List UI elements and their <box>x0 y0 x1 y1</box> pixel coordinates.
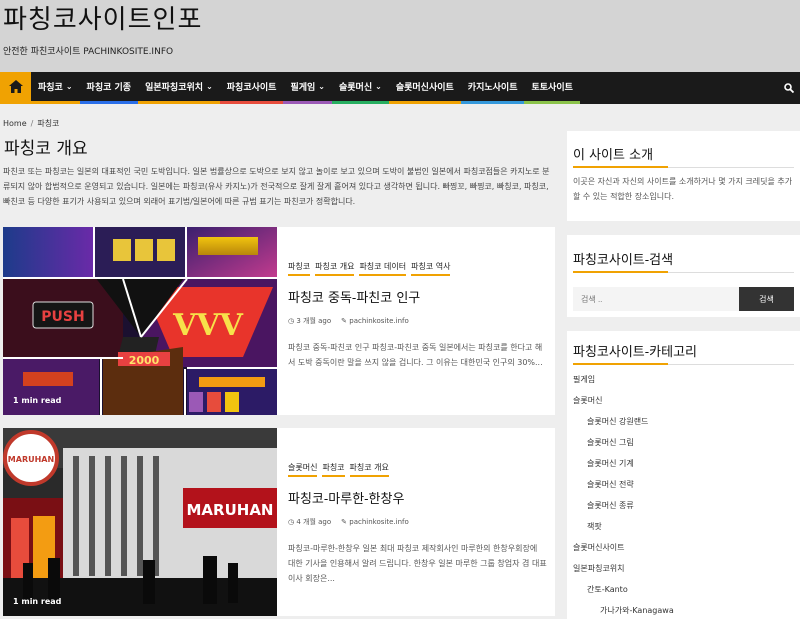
post-card: MARUHAN MARUHAN 1 min read 슬롯머신 파칭코 파칭코 … <box>3 428 555 616</box>
category-item[interactable]: 필게임 <box>573 369 794 390</box>
home-button[interactable] <box>0 72 31 104</box>
site-title[interactable]: 파칭코사이트인포 <box>3 4 797 36</box>
category-list: 필게임 슬롯머신 슬롯머신 강원랜드 슬롯머신 그림 슬롯머신 기계 슬롯머신 전략 슬롯머… <box>573 369 794 619</box>
post-date[interactable]: 3 개월 ago <box>296 317 331 325</box>
site-tagline: 안전한 파친코사이트 PACHINKOSITE.INFO <box>3 47 174 57</box>
post-excerpt: 파칭코-마루한-한창우 일본 최대 파칭코 제작회사인 마루한의 한창우회장에 … <box>288 544 547 583</box>
chevron-down-icon: ⌄ <box>65 82 73 91</box>
widget-title: 이 사이트 소개 <box>573 144 794 168</box>
page-title: 파칭코 개요 <box>4 139 88 159</box>
category-item[interactable]: 슬롯머신 <box>573 390 794 411</box>
nav-item-label: 카지노사이트 <box>467 83 518 93</box>
home-icon <box>8 80 23 93</box>
nav-item[interactable]: 슬롯머신 ⌄ <box>332 72 389 104</box>
svg-text:2000: 2000 <box>129 354 160 367</box>
nav-item[interactable]: 일본파칭코위치 ⌄ <box>138 72 220 104</box>
post-categories: 슬롯머신 파칭코 파칭코 개요 <box>288 462 547 477</box>
about-widget: 이 사이트 소개 이곳은 자신과 자신의 사이트를 소개하거나 몇 가지 크레딧… <box>567 131 800 221</box>
category-item[interactable]: 일본파칭코위치 <box>573 558 794 579</box>
nav-item-label: 슬롯머신 <box>339 83 373 93</box>
post-author[interactable]: pachinkosite.info <box>349 518 408 526</box>
clock-icon: ◷ <box>288 518 295 526</box>
nav-search-button[interactable] <box>784 72 800 104</box>
categories-widget: 파칭코사이트-카테고리 필게임 슬롯머신 슬롯머신 강원랜드 슬롯머신 그림 슬롯머신 … <box>567 331 800 619</box>
edit-icon: ✎ <box>341 518 348 526</box>
category-link[interactable]: 파칭코 역사 <box>411 261 451 276</box>
category-item[interactable]: 슬롯머신 그림 <box>573 432 794 453</box>
post-author[interactable]: pachinkosite.info <box>349 317 408 325</box>
category-description: 파친코 또는 파칭코는 일본의 대표적인 국민 도박입니다. 일본 법률상으로 … <box>3 167 550 206</box>
svg-text:MARUHAN: MARUHAN <box>187 501 274 519</box>
post-meta: ◷ 4 개월 ago ✎ pachinkosite.info <box>288 517 547 527</box>
post-date[interactable]: 4 개월 ago <box>296 518 331 526</box>
edit-icon: ✎ <box>341 317 348 325</box>
search-input[interactable] <box>573 287 739 311</box>
pachinko-parlor-storefront-image: MARUHAN MARUHAN <box>3 428 277 616</box>
nav-item[interactable]: 카지노사이트 <box>460 72 525 104</box>
post-excerpt: 파칭코 중독-파친코 인구 파칭코-파친코 중독 일본에서는 파칭코를 한다고 … <box>288 343 543 367</box>
svg-text:PUSH: PUSH <box>41 309 84 325</box>
nav-item-label: 토토사이트 <box>531 83 573 93</box>
svg-text:VVV: VVV <box>172 308 244 343</box>
about-text: 이곳은 자신과 자신의 사이트를 소개하거나 몇 가지 크레딧을 추가할 수 있… <box>573 177 793 201</box>
nav-item-label: 파칭코사이트 <box>226 83 277 93</box>
widget-title: 파칭코사이트-검색 <box>573 249 794 273</box>
category-item[interactable]: 슬롯머신 강원랜드 <box>573 411 794 432</box>
clock-icon: ◷ <box>288 317 295 325</box>
chevron-down-icon: ⌄ <box>318 82 325 91</box>
nav-item-label: 슬롯머신사이트 <box>395 83 454 93</box>
category-link[interactable]: 파칭코 <box>322 462 345 477</box>
breadcrumb-current[interactable]: 파칭코 <box>37 119 59 128</box>
nav-item[interactable]: 토토사이트 <box>524 72 580 104</box>
category-link[interactable]: 파칭코 개요 <box>315 261 355 276</box>
nav-item[interactable]: 파칭코사이트 <box>219 72 284 104</box>
post-title[interactable]: 파칭코-마루한-한창우 <box>288 488 547 507</box>
site-header: 파칭코사이트인포 안전한 파친코사이트 PACHINKOSITE.INFO <box>0 0 800 72</box>
post-card: PUSH VVV 2000 1 min read 파칭코 파칭코 개요 파칭코 … <box>3 227 555 415</box>
category-item[interactable]: 가나가와-Kanagawa <box>573 600 794 619</box>
slot-machine-collage-image: PUSH VVV 2000 <box>3 227 277 415</box>
nav-item[interactable]: 파칭코 기종 <box>79 72 139 104</box>
category-item[interactable]: 슬롯머신 기계 <box>573 453 794 474</box>
category-item[interactable]: 슬롯머신 전략 <box>573 474 794 495</box>
post-thumbnail[interactable]: PUSH VVV 2000 1 min read <box>3 227 277 415</box>
nav-item[interactable]: 슬롯머신사이트 <box>388 72 461 104</box>
category-link[interactable]: 파칭코 데이터 <box>359 261 407 276</box>
category-item[interactable]: 간토-Kanto <box>573 579 794 600</box>
post-title[interactable]: 파칭코 중독-파친코 인구 <box>288 287 547 306</box>
nav-item-label: 파칭코 <box>38 83 63 93</box>
chevron-down-icon: ⌄ <box>375 82 382 91</box>
category-link[interactable]: 슬롯머신 <box>288 462 318 477</box>
chevron-down-icon: ⌄ <box>206 82 213 91</box>
nav-item[interactable]: 파칭코 ⌄ <box>31 72 80 104</box>
widget-title: 파칭코사이트-카테고리 <box>573 341 794 365</box>
nav-item-label: 파칭코 기종 <box>86 83 132 93</box>
category-item[interactable]: 잭팟 <box>573 516 794 537</box>
nav-item-label: 일본파칭코위치 <box>145 83 204 93</box>
search-button[interactable]: 검색 <box>739 287 794 311</box>
svg-text:MARUHAN: MARUHAN <box>8 455 54 464</box>
category-link[interactable]: 파칭코 개요 <box>349 462 389 477</box>
main-nav: 파칭코 ⌄ 파칭코 기종 일본파칭코위치 ⌄ 파칭코사이트 필게임 ⌄ 슬롯머신 ⌄ 슬롯머신사이트… <box>0 72 800 104</box>
breadcrumb-home[interactable]: Home <box>3 119 27 128</box>
read-time: 1 min read <box>13 396 62 405</box>
read-time: 1 min read <box>13 597 62 606</box>
search-icon <box>784 83 794 93</box>
nav-item-label: 필게임 <box>290 83 316 93</box>
search-widget: 파칭코사이트-검색 검색 <box>567 235 800 317</box>
nav-item[interactable]: 필게임 ⌄ <box>283 72 332 104</box>
post-categories: 파칭코 파칭코 개요 파칭코 데이터 파칭코 역사 <box>288 261 547 276</box>
post-thumbnail[interactable]: MARUHAN MARUHAN 1 min read <box>3 428 277 616</box>
category-item[interactable]: 슬롯머신사이트 <box>573 537 794 558</box>
post-meta: ◷ 3 개월 ago ✎ pachinkosite.info <box>288 316 547 326</box>
category-link[interactable]: 파칭코 <box>288 261 311 276</box>
category-item[interactable]: 슬롯머신 종류 <box>573 495 794 516</box>
breadcrumb: Home / 파칭코 <box>3 119 60 128</box>
